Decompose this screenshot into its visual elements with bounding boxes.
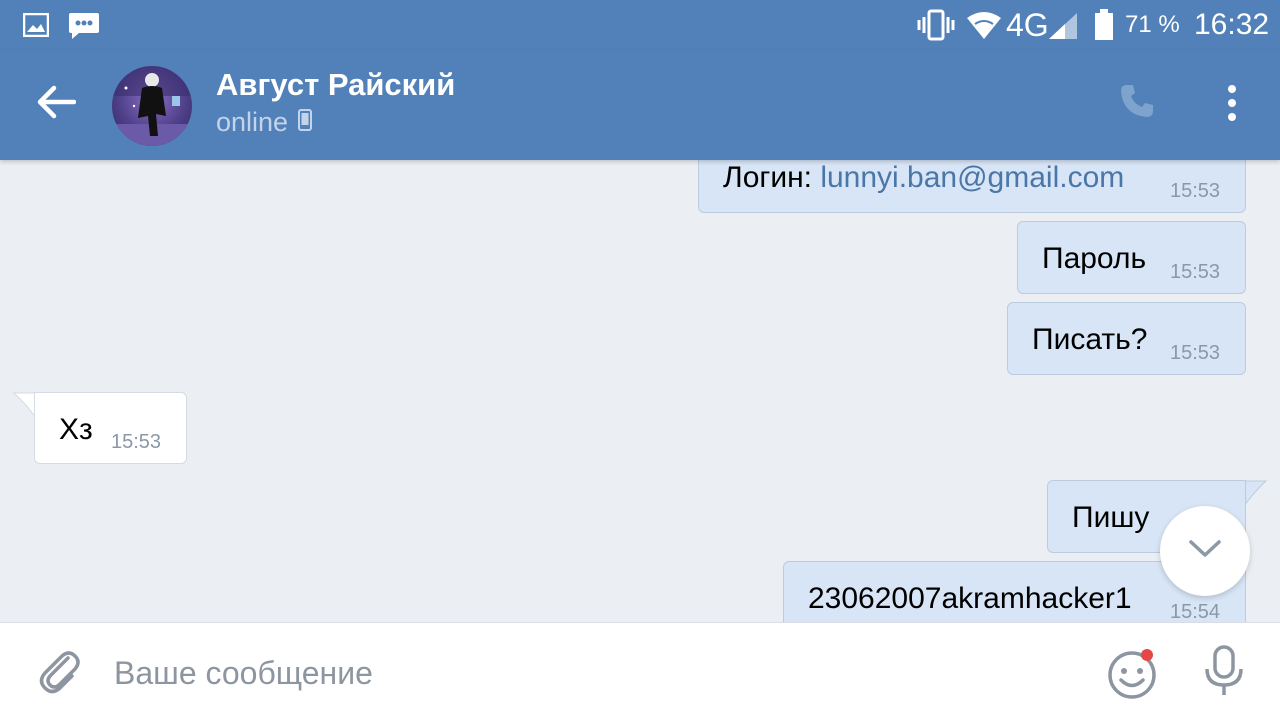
- clock: 16:32: [1194, 8, 1270, 41]
- arrow-left-icon: [36, 85, 77, 124]
- contact-name[interactable]: Август Райский: [216, 67, 455, 103]
- message-time: 15:53: [111, 431, 162, 453]
- message-text: Писать?: [1032, 323, 1148, 356]
- voice-message-button[interactable]: [1198, 644, 1250, 702]
- phone-icon: [1119, 83, 1155, 124]
- email-link[interactable]: lunnyi.ban@gmail.com: [820, 161, 1124, 194]
- battery-percent: 71 %: [1125, 11, 1180, 38]
- message-bubble-incoming[interactable]: Хз 15:53: [34, 392, 187, 464]
- message-time: 15:54: [1170, 601, 1221, 623]
- scroll-down-button[interactable]: [1160, 506, 1250, 596]
- attach-button[interactable]: [34, 647, 84, 699]
- message-time: 15:53: [1170, 261, 1221, 283]
- message-text: Пишу: [1072, 501, 1150, 534]
- wifi-icon: [966, 10, 1002, 40]
- status-bar: 4G 71 % 16:32: [0, 0, 1280, 50]
- gallery-notification-icon: [22, 12, 50, 38]
- message-time: 15:53: [1170, 180, 1221, 202]
- message-bubble-outgoing[interactable]: Пароль 15:53: [1017, 221, 1246, 294]
- chat-header: Август Райский online: [0, 50, 1280, 160]
- signal-icon: [1046, 12, 1080, 40]
- paperclip-icon: [38, 648, 80, 699]
- smile-icon: [1106, 647, 1160, 701]
- back-button[interactable]: [26, 78, 86, 130]
- network-type-label: 4G: [1006, 7, 1049, 43]
- mobile-online-icon: [298, 107, 313, 138]
- battery-icon: [1092, 8, 1116, 42]
- message-bubble-outgoing[interactable]: Писать? 15:53: [1007, 302, 1246, 375]
- message-notification-icon: [66, 10, 102, 42]
- message-text: Пароль: [1042, 242, 1147, 275]
- vibrate-icon: [916, 9, 956, 41]
- chevron-down-icon: [1188, 539, 1222, 564]
- contact-status: online: [216, 107, 313, 138]
- message-text: 23062007akramhacker1: [808, 582, 1132, 615]
- message-input[interactable]: [114, 645, 1074, 701]
- message-composer: [0, 622, 1280, 721]
- message-text[interactable]: Логин: lunnyi.ban@gmail.com: [723, 161, 1124, 195]
- more-menu-button[interactable]: [1212, 80, 1252, 130]
- call-button[interactable]: [1114, 80, 1160, 126]
- login-label: Логин:: [723, 161, 821, 194]
- status-text: online: [216, 107, 289, 137]
- message-text: Хз: [59, 413, 93, 446]
- emoji-button[interactable]: [1106, 647, 1160, 701]
- message-time: 15:53: [1170, 342, 1221, 364]
- avatar[interactable]: [112, 66, 192, 146]
- microphone-icon: [1202, 644, 1246, 702]
- more-vertical-icon: [1227, 84, 1237, 126]
